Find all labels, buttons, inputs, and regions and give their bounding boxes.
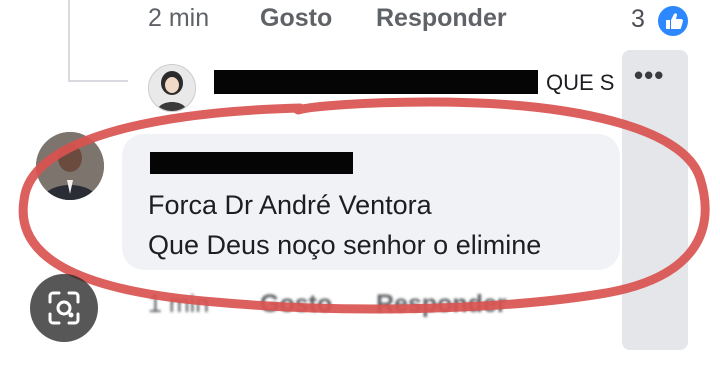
comment-text-line-1: Forca Dr André Ventora [148, 190, 432, 220]
comment-like-button[interactable]: Gosto [260, 290, 332, 319]
like-button[interactable]: Gosto [260, 4, 332, 33]
redacted-name-bar [214, 70, 538, 94]
lens-search-icon[interactable] [30, 274, 98, 342]
scroll-shade [622, 50, 688, 350]
thread-connector-horizontal [68, 80, 128, 82]
reply-button[interactable]: Responder [376, 4, 507, 33]
reaction-count[interactable]: 3 [631, 5, 645, 34]
thread-connector-vertical [68, 0, 70, 82]
more-dots-icon[interactable]: ••• [634, 60, 664, 91]
comment-reply-button[interactable]: Responder [376, 290, 507, 319]
commenter-avatar[interactable] [36, 132, 104, 200]
previous-comment-time: 2 min [148, 4, 210, 32]
comment-text-line-2: Que Deus noço senhor o elimine [148, 230, 542, 260]
thumbs-up-icon[interactable] [656, 4, 690, 38]
reply-preview-text: QUE S [546, 70, 615, 95]
comment-time: 1 min [148, 290, 210, 318]
redacted-author-name [150, 152, 353, 174]
reply-avatar[interactable] [148, 64, 196, 112]
